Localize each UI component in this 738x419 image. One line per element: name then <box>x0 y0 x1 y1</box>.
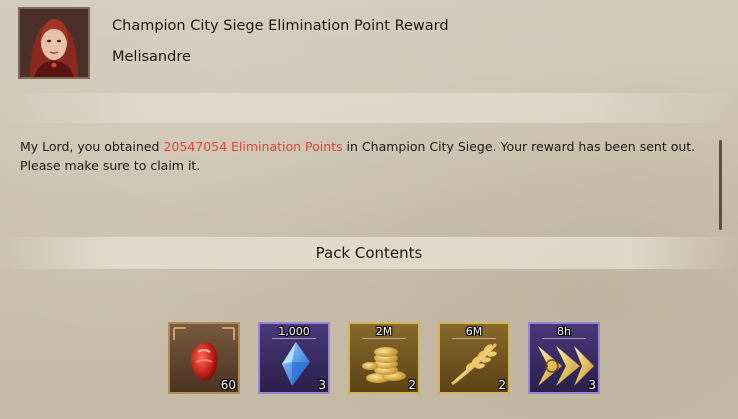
reward-item[interactable]: 8h 3 <box>528 322 600 394</box>
amount-divider <box>272 338 316 339</box>
pack-contents-label: Pack Contents <box>315 244 423 262</box>
item-count: 3 <box>588 378 596 392</box>
message-highlight: 20547054 Elimination Points <box>163 139 343 154</box>
item-amount: 6M <box>465 325 483 338</box>
reward-item[interactable]: 6M 2 <box>438 322 510 394</box>
message-scrollbar[interactable] <box>719 140 722 230</box>
avatar <box>18 7 90 79</box>
item-count: 60 <box>220 378 236 392</box>
item-amount: 2M <box>375 325 393 338</box>
portrait-red-haired-woman-icon <box>20 9 88 77</box>
item-count: 2 <box>498 378 506 392</box>
amount-divider <box>542 338 586 339</box>
reward-item[interactable]: 1,000 3 <box>258 322 330 394</box>
item-count: 3 <box>318 378 326 392</box>
item-amount: 8h <box>557 325 571 338</box>
pack-items: 60 1,000 3 2M 2 6M 2 8h 3 <box>0 322 738 397</box>
reward-item[interactable]: 2M 2 <box>348 322 420 394</box>
pack-contents-header: Pack Contents <box>0 237 738 269</box>
reward-item[interactable]: 60 <box>168 322 240 394</box>
amount-divider <box>452 338 496 339</box>
mail-header: Champion City Siege Elimination Point Re… <box>0 0 738 95</box>
message-text-before: My Lord, you obtained <box>20 139 164 154</box>
item-count: 2 <box>408 378 416 392</box>
amount-divider <box>362 338 406 339</box>
mail-sender: Melisandre <box>112 49 191 65</box>
item-amount: 1,000 <box>278 325 310 338</box>
mail-title: Champion City Siege Elimination Point Re… <box>112 18 449 34</box>
divider-band <box>0 93 738 123</box>
mail-body: My Lord, you obtained 20547054 Eliminati… <box>20 137 700 175</box>
